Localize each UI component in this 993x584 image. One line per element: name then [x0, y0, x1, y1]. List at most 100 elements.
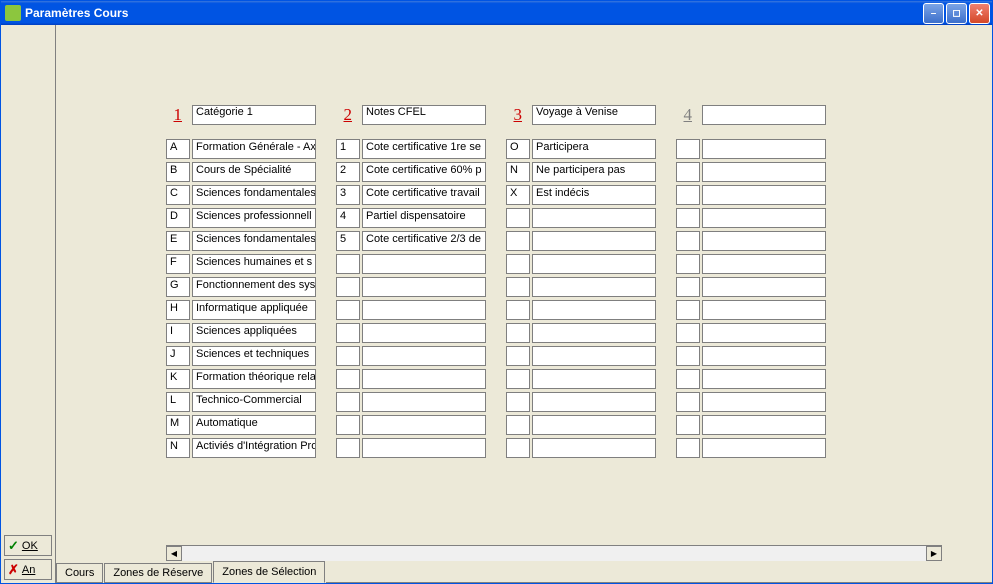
- value-cell[interactable]: Sciences fondamentales: [192, 185, 316, 205]
- maximize-button[interactable]: ◻: [946, 3, 967, 24]
- value-cell[interactable]: Fonctionnement des sys: [192, 277, 316, 297]
- column-title-input[interactable]: [702, 105, 826, 125]
- value-cell[interactable]: Sciences et techniques: [192, 346, 316, 366]
- value-cell[interactable]: [362, 323, 486, 343]
- key-cell[interactable]: [676, 323, 700, 343]
- key-cell[interactable]: [506, 323, 530, 343]
- value-cell[interactable]: [702, 323, 826, 343]
- key-cell[interactable]: [506, 369, 530, 389]
- cancel-button[interactable]: ✗ An: [4, 559, 52, 580]
- key-cell[interactable]: [676, 139, 700, 159]
- value-cell[interactable]: [362, 254, 486, 274]
- scroll-right-button[interactable]: ▶: [926, 546, 942, 561]
- key-cell[interactable]: [506, 300, 530, 320]
- key-cell[interactable]: [506, 392, 530, 412]
- key-cell[interactable]: M: [166, 415, 190, 435]
- key-cell[interactable]: [336, 323, 360, 343]
- key-cell[interactable]: [336, 277, 360, 297]
- key-cell[interactable]: 1: [336, 139, 360, 159]
- value-cell[interactable]: [702, 208, 826, 228]
- horizontal-scrollbar[interactable]: ◀ ▶: [166, 545, 942, 561]
- key-cell[interactable]: [336, 438, 360, 458]
- value-cell[interactable]: Cours de Spécialité: [192, 162, 316, 182]
- value-cell[interactable]: [702, 231, 826, 251]
- value-cell[interactable]: Sciences humaines et s: [192, 254, 316, 274]
- value-cell[interactable]: Automatique: [192, 415, 316, 435]
- key-cell[interactable]: E: [166, 231, 190, 251]
- key-cell[interactable]: [676, 300, 700, 320]
- value-cell[interactable]: [532, 254, 656, 274]
- key-cell[interactable]: [676, 369, 700, 389]
- tab-zones-de-réserve[interactable]: Zones de Réserve: [104, 563, 212, 583]
- key-cell[interactable]: 4: [336, 208, 360, 228]
- minimize-button[interactable]: –: [923, 3, 944, 24]
- value-cell[interactable]: [532, 231, 656, 251]
- tab-cours[interactable]: Cours: [56, 563, 103, 583]
- value-cell[interactable]: [362, 415, 486, 435]
- value-cell[interactable]: [362, 438, 486, 458]
- value-cell[interactable]: [532, 323, 656, 343]
- key-cell[interactable]: [336, 346, 360, 366]
- key-cell[interactable]: 3: [336, 185, 360, 205]
- value-cell[interactable]: [702, 300, 826, 320]
- key-cell[interactable]: H: [166, 300, 190, 320]
- key-cell[interactable]: [676, 392, 700, 412]
- key-cell[interactable]: A: [166, 139, 190, 159]
- key-cell[interactable]: [506, 346, 530, 366]
- key-cell[interactable]: [506, 231, 530, 251]
- column-title-input[interactable]: Voyage à Venise: [532, 105, 656, 125]
- value-cell[interactable]: Cote certificative 1re se: [362, 139, 486, 159]
- key-cell[interactable]: G: [166, 277, 190, 297]
- value-cell[interactable]: [702, 415, 826, 435]
- value-cell[interactable]: [702, 277, 826, 297]
- key-cell[interactable]: 5: [336, 231, 360, 251]
- key-cell[interactable]: [336, 300, 360, 320]
- value-cell[interactable]: [362, 392, 486, 412]
- value-cell[interactable]: [362, 346, 486, 366]
- value-cell[interactable]: Sciences appliquées: [192, 323, 316, 343]
- value-cell[interactable]: Partiel dispensatoire: [362, 208, 486, 228]
- value-cell[interactable]: Sciences professionnell: [192, 208, 316, 228]
- key-cell[interactable]: N: [506, 162, 530, 182]
- value-cell[interactable]: [702, 254, 826, 274]
- value-cell[interactable]: Participera: [532, 139, 656, 159]
- value-cell[interactable]: [362, 300, 486, 320]
- tab-zones-de-sélection[interactable]: Zones de Sélection: [213, 561, 325, 583]
- key-cell[interactable]: [336, 369, 360, 389]
- value-cell[interactable]: [702, 185, 826, 205]
- key-cell[interactable]: [676, 231, 700, 251]
- key-cell[interactable]: [676, 346, 700, 366]
- key-cell[interactable]: 2: [336, 162, 360, 182]
- key-cell[interactable]: [336, 392, 360, 412]
- key-cell[interactable]: [336, 415, 360, 435]
- close-button[interactable]: ✕: [969, 3, 990, 24]
- column-title-input[interactable]: Catégorie 1: [192, 105, 316, 125]
- key-cell[interactable]: [506, 438, 530, 458]
- key-cell[interactable]: K: [166, 369, 190, 389]
- key-cell[interactable]: I: [166, 323, 190, 343]
- value-cell[interactable]: Cote certificative 2/3 de: [362, 231, 486, 251]
- value-cell[interactable]: Cote certificative travail: [362, 185, 486, 205]
- key-cell[interactable]: [676, 438, 700, 458]
- key-cell[interactable]: B: [166, 162, 190, 182]
- value-cell[interactable]: [532, 208, 656, 228]
- value-cell[interactable]: [702, 346, 826, 366]
- column-title-input[interactable]: Notes CFEL: [362, 105, 486, 125]
- key-cell[interactable]: [676, 254, 700, 274]
- value-cell[interactable]: Activiés d'Intégration Pro: [192, 438, 316, 458]
- key-cell[interactable]: F: [166, 254, 190, 274]
- scroll-track[interactable]: [182, 546, 926, 561]
- key-cell[interactable]: N: [166, 438, 190, 458]
- key-cell[interactable]: D: [166, 208, 190, 228]
- value-cell[interactable]: [702, 162, 826, 182]
- value-cell[interactable]: Formation théorique rela: [192, 369, 316, 389]
- key-cell[interactable]: X: [506, 185, 530, 205]
- value-cell[interactable]: [362, 277, 486, 297]
- value-cell[interactable]: Est indécis: [532, 185, 656, 205]
- key-cell[interactable]: [506, 277, 530, 297]
- key-cell[interactable]: [336, 254, 360, 274]
- value-cell[interactable]: Ne participera pas: [532, 162, 656, 182]
- value-cell[interactable]: Technico-Commercial: [192, 392, 316, 412]
- key-cell[interactable]: L: [166, 392, 190, 412]
- key-cell[interactable]: [506, 254, 530, 274]
